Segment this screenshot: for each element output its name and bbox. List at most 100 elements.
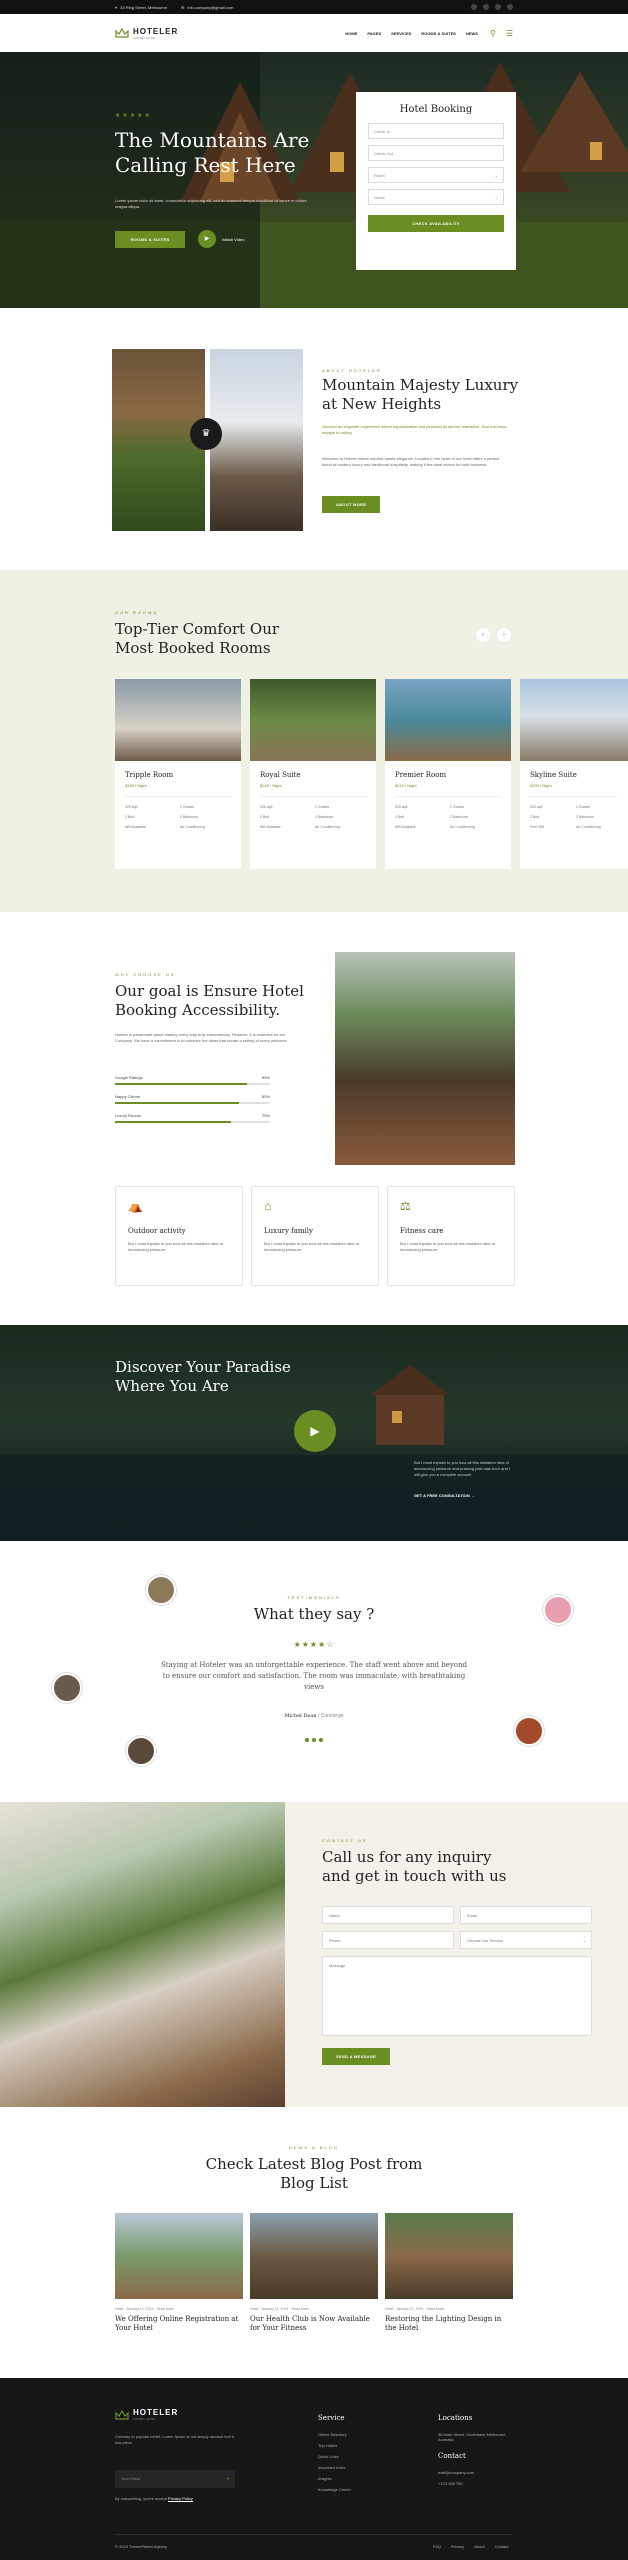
feature-title: Fitness care xyxy=(400,1227,444,1235)
room-name: Royal Suite xyxy=(260,771,301,779)
guest-select[interactable]: Guest ⌄ xyxy=(368,189,504,205)
nav-item-home[interactable]: HOME xyxy=(345,31,357,36)
about-crown-badge: ♛ xyxy=(190,418,222,450)
amenity: 2 Bathroom xyxy=(576,815,595,819)
checkin-field[interactable]: Check In xyxy=(368,123,504,139)
room-name: Skyline Suite xyxy=(530,771,577,779)
nav-item-rooms[interactable]: ROOMS & SUITES xyxy=(421,31,456,36)
footer-bottom-link[interactable]: Privacy xyxy=(451,2544,464,2549)
facebook-icon[interactable] xyxy=(471,4,477,10)
outdoor-activity-icon: ⛺ xyxy=(128,1199,143,1213)
mail-icon: ✉ xyxy=(180,4,185,10)
brand-logo[interactable]: HOTELER LUXURY HOTEL xyxy=(115,27,178,40)
instagram-icon[interactable] xyxy=(507,4,513,10)
rooms-prev-button[interactable]: ‹ xyxy=(476,628,490,642)
amenity: 320 sqft xyxy=(395,805,408,809)
search-icon[interactable]: ⚲ xyxy=(490,29,496,38)
footer-link[interactable]: Trip Hotels xyxy=(318,2443,351,2448)
footer-link[interactable]: Knowledge Center xyxy=(318,2487,351,2492)
footer-logo[interactable]: HOTELER LUXURY HOTEL xyxy=(115,2408,178,2421)
send-icon[interactable]: ➤ xyxy=(227,2476,230,2481)
progress-value: 75% xyxy=(261,1113,270,1118)
hero-rating-stars: ★★★★★ xyxy=(115,113,152,119)
feature-card: ⛺ Outdoor activity But I must explain to… xyxy=(115,1186,243,1286)
amenity: Wifi Available xyxy=(125,825,146,829)
amenity: Wifi Available xyxy=(395,825,416,829)
blog-meta: Hotel · January 12, 2024 · Read More xyxy=(115,2307,174,2311)
video-play-button[interactable]: ▶ xyxy=(294,1410,336,1452)
linkedin-icon[interactable] xyxy=(495,4,501,10)
blog-meta: Hotel · January 12, 2024 · Read More xyxy=(250,2307,309,2311)
about-title: Mountain Majesty Luxury at New Heights xyxy=(322,376,519,413)
room-card[interactable]: Tripple Room $189 / Night 320 sqft 2 Gues… xyxy=(115,679,241,869)
amenity: 2 Bathroom xyxy=(315,815,334,819)
nav-item-news[interactable]: NEWS xyxy=(466,31,478,36)
blog-post[interactable]: Hotel · January 12, 2024 · Read More Our… xyxy=(250,2213,378,2333)
footer-bottom-link[interactable]: About xyxy=(474,2544,484,2549)
footer-phone[interactable]: +123 456 789 xyxy=(438,2481,518,2486)
brand-name: HOTELER xyxy=(133,2408,179,2417)
room-card[interactable]: Skyline Suite $299 / Night 320 sqft 2 Gue… xyxy=(520,679,628,869)
newsletter-input[interactable]: Your Email ➤ xyxy=(115,2470,235,2488)
amenity: Free Wifi xyxy=(530,825,544,829)
about-more-button[interactable]: ABOUT MORE xyxy=(322,496,381,513)
rooms-next-button[interactable]: › xyxy=(497,628,511,642)
hotel-booking-form: Hotel Booking Check In Check Out Room ⌄ G… xyxy=(356,92,516,270)
room-select[interactable]: Room ⌄ xyxy=(368,167,504,183)
send-message-button[interactable]: SEND A MESSAGE xyxy=(322,2048,391,2065)
footer-link[interactable]: Online Directory xyxy=(318,2432,351,2437)
check-availability-button[interactable]: CHECK AVAILABILITY xyxy=(368,215,504,232)
nav-item-pages[interactable]: PAGES xyxy=(367,31,381,36)
progress-bars: Google Ratings 85% Happy Clients 80% Luxur… xyxy=(115,1075,270,1132)
carousel-dot[interactable] xyxy=(319,1738,323,1742)
contact-title: Call us for any inquiry and get in touch… xyxy=(322,1848,507,1885)
about-image-woman xyxy=(210,349,303,531)
blog-post-title[interactable]: We Offering Online Registration at Your … xyxy=(115,2315,243,2333)
footer-link[interactable]: Quick Links xyxy=(318,2454,351,2459)
carousel-dot[interactable] xyxy=(312,1738,316,1742)
rooms-kicker: OUR ROOMS xyxy=(115,610,159,615)
room-card[interactable]: Royal Suite $249 / Night 320 sqft 2 Guest… xyxy=(250,679,376,869)
blog-post[interactable]: Hotel · January 12, 2024 · Read More We … xyxy=(115,2213,243,2333)
site-footer: HOTELER LUXURY HOTEL Contrary to popular… xyxy=(0,2378,628,2560)
testimonial-title: What they say ? xyxy=(253,1605,375,1623)
carousel-dot[interactable] xyxy=(305,1738,309,1742)
footer-bottom-link[interactable]: Contact xyxy=(495,2544,509,2549)
room-card[interactable]: Premier Room $219 / Night 320 sqft 2 Gues… xyxy=(385,679,511,869)
amenity: 2 Bed xyxy=(395,815,405,819)
blog-post-title[interactable]: Restoring the Lighting Design in the Hot… xyxy=(385,2315,513,2333)
about-kicker: ABOUT HOTELER xyxy=(322,368,382,373)
watch-video-button[interactable]: ▶ Watch Video xyxy=(198,230,244,248)
menu-icon[interactable]: ☰ xyxy=(506,29,513,38)
footer-link[interactable]: Insights xyxy=(318,2476,351,2481)
goal-kicker: WHY CHOOSE US xyxy=(115,972,176,977)
blog-image xyxy=(250,2213,378,2299)
footer-bottom-link[interactable]: FAQ xyxy=(433,2544,441,2549)
topbar-email[interactable]: info.company@gmail.com xyxy=(187,5,233,10)
blog-post[interactable]: Hotel · January 12, 2024 · Read More Res… xyxy=(385,2213,513,2333)
avatar xyxy=(543,1595,573,1625)
carousel-dots[interactable] xyxy=(305,1738,323,1742)
footer-mail[interactable]: mail@company.com xyxy=(438,2470,518,2475)
email-field[interactable]: Email xyxy=(460,1906,592,1924)
message-field[interactable]: Message xyxy=(322,1956,592,2036)
twitter-icon[interactable] xyxy=(483,4,489,10)
hero-title: The Mountains Are Calling Rest Here xyxy=(115,128,310,177)
nav-item-services[interactable]: SERVICES xyxy=(391,31,411,36)
amenity: Air Conditioning xyxy=(450,825,475,829)
phone-field[interactable]: Phone xyxy=(322,1931,454,1949)
rooms-suites-button[interactable]: ROOMS & SUITES xyxy=(115,231,185,248)
name-field[interactable]: Name xyxy=(322,1906,454,1924)
footer-link[interactable]: Important Links xyxy=(318,2465,351,2470)
hero-background-cabins xyxy=(0,52,628,308)
fitness-care-icon: ⚖ xyxy=(400,1199,411,1213)
checkout-field[interactable]: Check Out xyxy=(368,145,504,161)
service-select-label: Choose Our Service xyxy=(467,1938,504,1943)
privacy-policy-link[interactable]: Privacy Policy xyxy=(168,2496,193,2501)
progress-fill xyxy=(115,1102,239,1104)
chevron-down-icon: ⌄ xyxy=(494,195,498,200)
room-price: $219 / Night xyxy=(395,783,417,788)
service-select[interactable]: Choose Our Service ⌄ xyxy=(460,1931,592,1949)
free-consultation-link[interactable]: GET A FREE CONSULTATION → xyxy=(414,1493,475,1498)
blog-post-title[interactable]: Our Health Club is Now Available for You… xyxy=(250,2315,378,2333)
